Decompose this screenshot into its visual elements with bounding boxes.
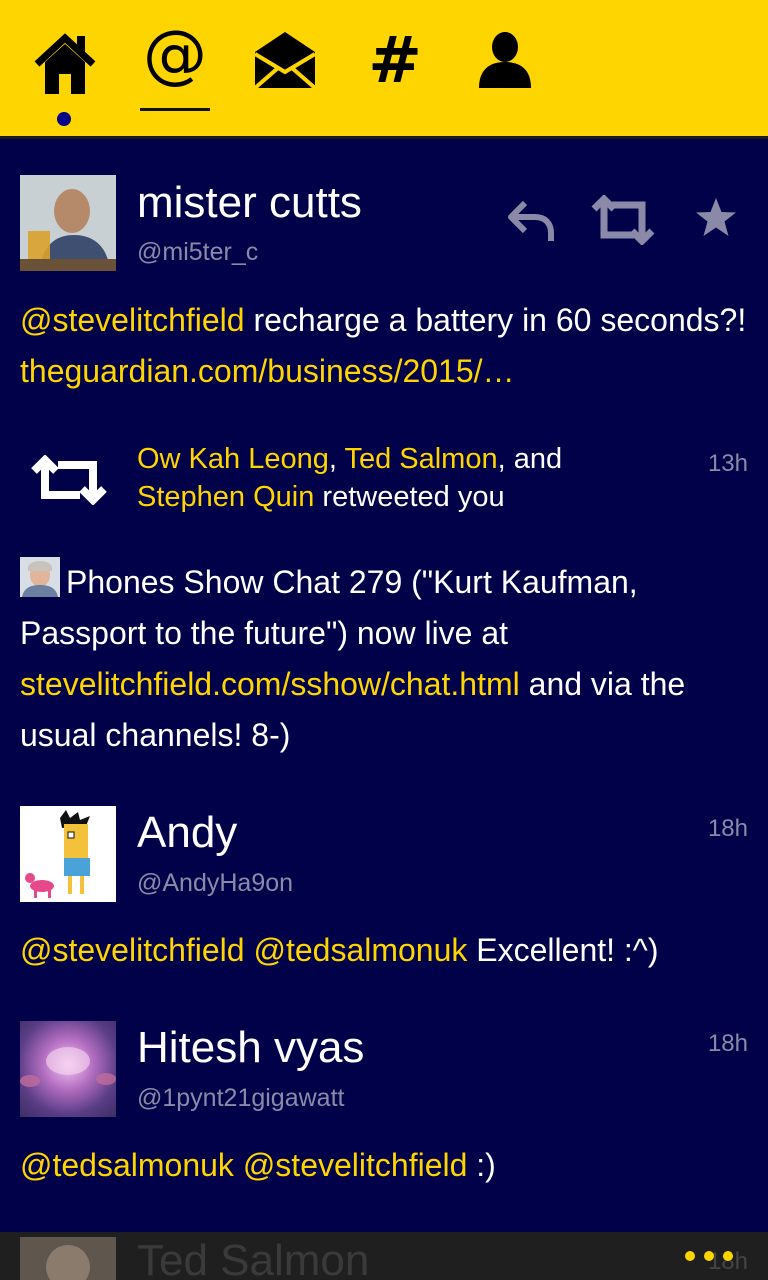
timestamp: 18h [707, 815, 748, 842]
url-link[interactable]: stevelitchfield.com/sshow/chat.html [20, 666, 520, 702]
avatar[interactable] [20, 806, 116, 902]
favorite-icon[interactable] [693, 195, 739, 246]
more-options-button[interactable] [685, 1246, 745, 1266]
author-name[interactable]: mister cutts [137, 178, 362, 228]
reply-icon[interactable] [505, 195, 555, 250]
author-name[interactable]: Hitesh vyas [137, 1023, 364, 1073]
timestamp: 18h [707, 1030, 748, 1057]
tab-messages[interactable] [240, 30, 330, 120]
tweet-actions [505, 194, 745, 246]
avatar-cartoon [20, 806, 116, 902]
author-name[interactable]: Andy [137, 808, 237, 858]
inline-avatar [20, 557, 60, 597]
author-handle[interactable]: @1pynt21gigawatt [137, 1084, 344, 1113]
hashtag-icon: # [368, 24, 422, 98]
tweet-text: @stevelitchfield recharge a battery in 6… [20, 302, 747, 389]
at-icon: @ [143, 18, 207, 92]
retweet-notice-text: Ow Kah Leong, Ted Salmon, and Stephen Qu… [137, 443, 563, 513]
tab-mentions[interactable]: @ [130, 18, 220, 120]
tweet-text: @stevelitchfield @tedsalmonuk Excellent!… [20, 932, 659, 968]
tweet-text: @tedsalmonuk @stevelitchfield :) [20, 1147, 496, 1183]
tab-profile[interactable] [460, 30, 550, 120]
more-dot-icon [685, 1251, 695, 1261]
timestamp: 13h [707, 450, 748, 477]
more-dot-icon [704, 1251, 714, 1261]
tab-hashtag[interactable]: # [350, 24, 440, 120]
retweet-notice-icon [30, 454, 108, 510]
author-handle[interactable]: @AndyHa9on [137, 869, 293, 898]
avatar-photo [20, 175, 116, 271]
tweet-text: Phones Show Chat 279 ("Kurt Kaufman, Pas… [20, 557, 750, 761]
mention-link[interactable]: @stevelitchfield [20, 302, 245, 338]
author-name[interactable]: Ted Salmon [137, 1236, 369, 1280]
mention-link[interactable]: @tedsalmonuk [20, 1147, 234, 1183]
envelope-icon [253, 32, 317, 90]
active-tab-indicator [57, 112, 71, 126]
mentions-underline [140, 108, 210, 111]
author-handle[interactable]: @mi5ter_c [137, 238, 258, 267]
retweeter-link[interactable]: Ted Salmon [344, 443, 497, 475]
mention-link[interactable]: @stevelitchfield [20, 932, 245, 968]
mention-link[interactable]: @tedsalmonuk [253, 932, 467, 968]
person-icon [479, 32, 531, 88]
avatar[interactable] [20, 175, 116, 271]
more-dot-icon [723, 1251, 733, 1261]
avatar[interactable] [20, 1021, 116, 1117]
tab-home[interactable] [20, 30, 110, 120]
top-nav-bar: @ # [0, 0, 768, 139]
url-link[interactable]: theguardian.com/business/2015/… [20, 353, 515, 389]
mention-link[interactable]: @stevelitchfield [243, 1147, 468, 1183]
avatar-abstract [20, 1047, 116, 1087]
avatar[interactable] [20, 1237, 116, 1280]
home-icon [34, 33, 96, 94]
retweet-icon[interactable] [590, 194, 656, 250]
retweeter-link[interactable]: Ow Kah Leong [137, 443, 329, 475]
retweeter-link[interactable]: Stephen Quin [137, 481, 314, 513]
